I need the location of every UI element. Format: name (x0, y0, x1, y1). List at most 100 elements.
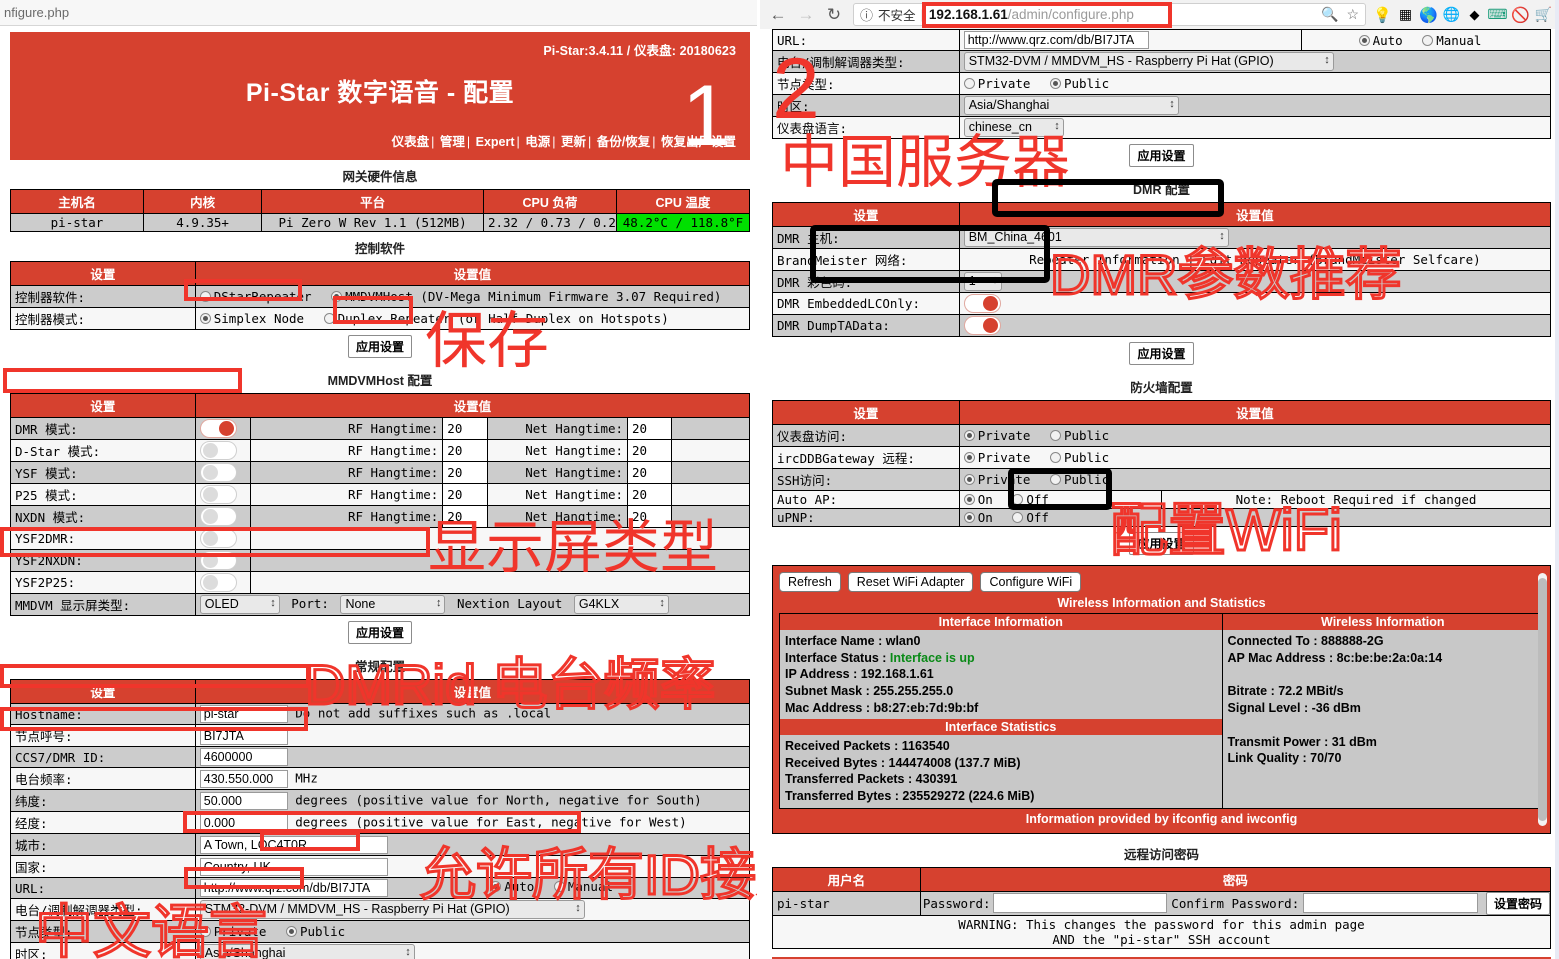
radio-node-public[interactable]: Public (285, 924, 345, 939)
input-net-hangtime[interactable]: 20 (627, 483, 673, 506)
select-timezone[interactable]: Asia/Shanghai (963, 96, 1179, 115)
select-timezone[interactable]: Asia/Shanghai (199, 944, 415, 959)
apply-dmr-button[interactable]: 应用设置 (1129, 342, 1194, 365)
input-rf-hangtime[interactable]: 20 (442, 483, 488, 506)
radio-url-auto[interactable]: Auto (490, 879, 534, 894)
browser-tab-title[interactable]: nfigure.php (0, 0, 760, 26)
radio-ircddb-private[interactable]: Private (963, 450, 1030, 465)
toggle-ysf-mode[interactable] (199, 463, 237, 482)
input-node-callsign[interactable]: BI7JTA (199, 726, 288, 745)
radio-upnp-off[interactable]: Off (1012, 510, 1049, 525)
input-longitude[interactable]: 0.000 (199, 813, 288, 832)
select-modem-type[interactable]: STM32-DVM / MMDVM_HS - Raspberry Pi Hat … (963, 52, 1334, 71)
nav-item-expert[interactable]: Expert (476, 135, 515, 149)
value-modem-type: STM32-DVM / MMDVM_HS - Raspberry Pi Hat … (194, 898, 751, 921)
toggle-dmr-dumptadata[interactable] (963, 316, 1001, 335)
nav-item-power[interactable]: 电源 (525, 135, 550, 149)
toggle-dmr-mode[interactable] (199, 419, 237, 438)
qr-icon[interactable]: ▦ (1395, 4, 1416, 25)
radio-upnp-on[interactable]: On (963, 510, 993, 525)
diamond-icon[interactable]: ◆ (1464, 4, 1485, 25)
address-bar[interactable]: ⓘ 不安全 | 192.168.1.61/admin/configure.php… (853, 3, 1366, 26)
input-net-hangtime[interactable]: 20 (627, 439, 673, 462)
nav-item-dashboard[interactable]: 仪表盘 (392, 135, 430, 149)
radio-url-auto[interactable]: Auto (1358, 33, 1403, 48)
input-country[interactable]: Country, UK (199, 857, 388, 876)
shopping-icon[interactable]: 🛒 (1533, 4, 1554, 25)
toggle-ysf2nxdn[interactable] (199, 551, 237, 570)
apply-mmdvmhost-button[interactable]: 应用设置 (347, 621, 412, 644)
input-rf-hangtime[interactable]: 20 (442, 417, 488, 440)
lamp-icon[interactable]: 💡 (1372, 4, 1393, 25)
value-brandmeister-network[interactable]: Repeater Information | Edit Repeater (Br… (958, 248, 1552, 271)
radio-autoap-off[interactable]: Off (1012, 492, 1049, 507)
toggle-dstar-mode[interactable] (199, 441, 237, 460)
value-dmr-embeddedlconly (958, 292, 1552, 315)
radio-ircddb-public[interactable]: Public (1049, 450, 1109, 465)
wifi-scrollbar[interactable] (1538, 573, 1547, 826)
input-net-hangtime[interactable]: 20 (627, 417, 673, 440)
globe-icon[interactable]: 🌎 (1418, 4, 1439, 25)
input-url[interactable]: http://www.qrz.com/db/BI7JTA (963, 31, 1149, 49)
radio-node-public[interactable]: Public (1049, 76, 1109, 91)
radio-url-manual[interactable]: Manual (553, 879, 613, 894)
forward-arrow-icon[interactable]: → (793, 3, 819, 27)
set-password-button[interactable]: 设置密码 (1485, 892, 1550, 915)
input-rf-hangtime[interactable]: 20 (442, 505, 488, 528)
toggle-ysf2dmr[interactable] (199, 529, 237, 548)
radio-ssh-public[interactable]: Public (1049, 472, 1109, 487)
apply-general-button-right[interactable]: 应用设置 (1129, 144, 1194, 167)
star-icon[interactable]: ☆ (1346, 6, 1359, 23)
nav-item-admin[interactable]: 管理 (440, 135, 465, 149)
select-dmr-host[interactable]: BM_China_4601 (963, 228, 1229, 247)
radio-dashboard-private[interactable]: Private (963, 428, 1030, 443)
toggle-ysf2p25[interactable] (199, 573, 237, 592)
radio-node-private[interactable]: Private (963, 76, 1030, 91)
input-url[interactable]: http://www.qrz.com/db/BI7JTA (199, 879, 388, 897)
configure-wifi-button[interactable]: Configure WiFi (980, 572, 1082, 592)
input-radio-frequency[interactable]: 430.550.000 (199, 769, 288, 788)
nav-item-factory-reset[interactable]: 恢复出厂设置 (661, 135, 736, 149)
radio-mmdvmhost[interactable]: MMDVMHost (DV-Mega Minimum Firmware 3.07… (331, 289, 721, 304)
select-display-type[interactable]: OLED (199, 595, 280, 614)
radio-node-private[interactable]: Private (199, 924, 266, 939)
toggle-p25-mode[interactable] (199, 485, 237, 504)
reload-icon[interactable]: ↻ (821, 3, 847, 27)
back-arrow-icon[interactable]: ← (765, 3, 791, 27)
apply-firewall-button[interactable]: 应用设置 (1129, 532, 1194, 555)
input-net-hangtime[interactable]: 20 (627, 461, 673, 484)
radio-dashboard-public[interactable]: Public (1049, 428, 1109, 443)
info-circle-icon[interactable]: ⓘ (860, 5, 873, 24)
radio-url-manual[interactable]: Manual (1422, 33, 1481, 48)
input-net-hangtime[interactable]: 20 (627, 505, 673, 528)
refresh-button[interactable]: Refresh (779, 572, 841, 592)
reset-wifi-adapter-button[interactable]: Reset WiFi Adapter (847, 572, 974, 592)
toggle-nxdn-mode[interactable] (199, 507, 237, 526)
radio-autoap-on[interactable]: On (963, 492, 993, 507)
radio-simplex-node[interactable]: Simplex Node (199, 311, 304, 326)
input-password[interactable] (992, 893, 1168, 914)
radio-ssh-private[interactable]: Private (963, 472, 1030, 487)
input-confirm-password[interactable] (1303, 893, 1478, 914)
translate-icon[interactable]: 🌐 (1441, 4, 1462, 25)
select-dmr-color-code[interactable]: 1 (963, 272, 1002, 291)
toggle-dmr-embeddedlconly[interactable] (963, 294, 1001, 313)
select-modem-type[interactable]: STM32-DVM / MMDVM_HS - Raspberry Pi Hat … (199, 900, 585, 919)
block-icon[interactable]: 🚫 (1510, 4, 1531, 25)
radio-duplex-repeater[interactable]: Duplex Repeater (or Half-Duplex on Hotsp… (323, 311, 669, 326)
input-rf-hangtime[interactable]: 20 (442, 461, 488, 484)
input-hostname[interactable]: pi-star (199, 705, 288, 723)
search-icon[interactable]: 🔍 (1321, 6, 1338, 23)
input-rf-hangtime[interactable]: 20 (442, 439, 488, 462)
input-town[interactable]: A Town, LOC4T0R (199, 835, 388, 854)
select-nextion-layout[interactable]: G4KLX (573, 595, 669, 614)
input-ccs7-dmr-id[interactable]: 4600000 (199, 748, 288, 766)
radio-dstarrepeater[interactable]: DStarRepeater (199, 289, 312, 304)
nav-item-update[interactable]: 更新 (561, 135, 586, 149)
select-display-port[interactable]: None (340, 595, 446, 614)
select-dashboard-language[interactable]: chinese_cn (963, 118, 1064, 137)
terminal-icon[interactable]: ⌨ (1487, 4, 1508, 25)
nav-item-backup-restore[interactable]: 备份/恢复 (597, 135, 650, 149)
input-latitude[interactable]: 50.000 (199, 791, 288, 810)
apply-control-software-button[interactable]: 应用设置 (347, 335, 412, 358)
